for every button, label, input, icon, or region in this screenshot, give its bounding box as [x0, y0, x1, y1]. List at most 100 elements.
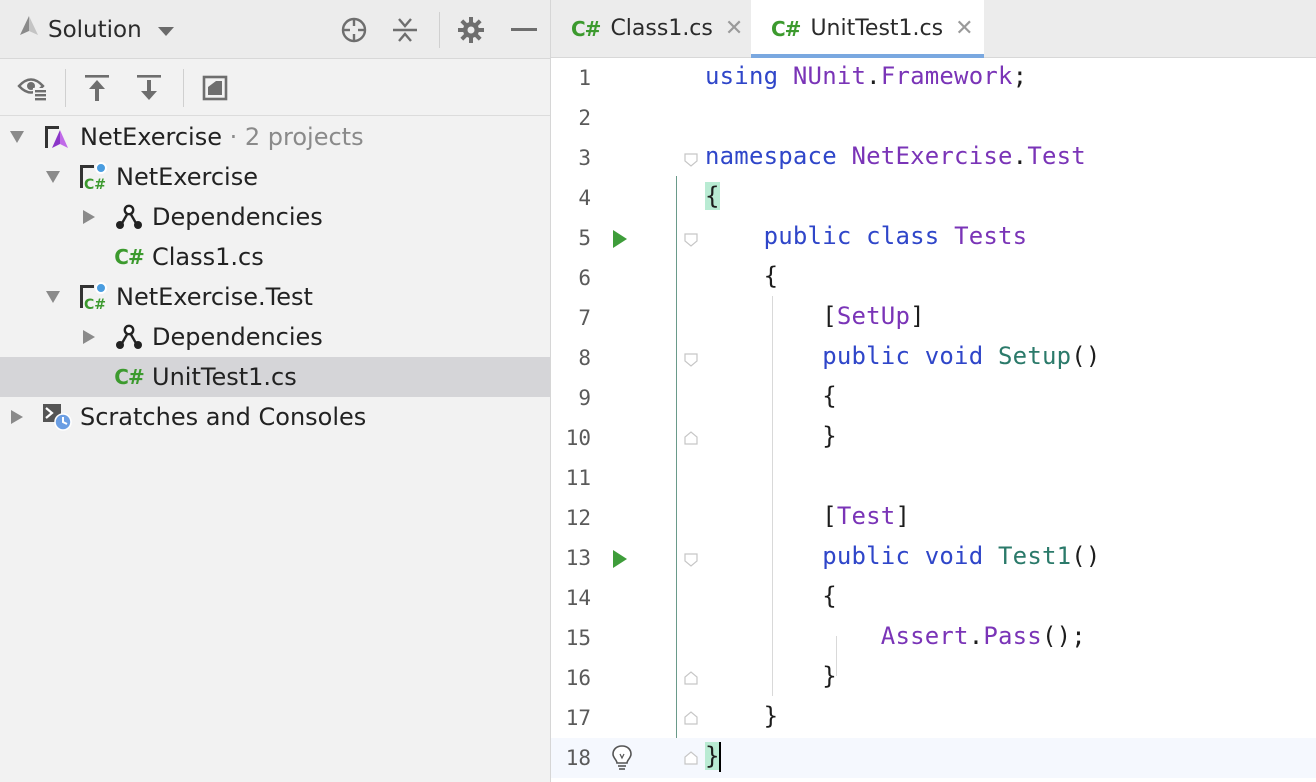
code-line: 10 }: [551, 418, 1316, 458]
code-line: 17 }: [551, 698, 1316, 738]
solution-view-selector[interactable]: Solution: [18, 16, 174, 43]
csharp-file-icon: C#: [571, 16, 601, 41]
line-number: 13: [565, 546, 591, 570]
tree-item-label: Dependencies: [152, 323, 323, 351]
line-number: 18: [565, 746, 591, 770]
collapse-all-icon[interactable]: [389, 14, 421, 46]
toolbar-divider: [183, 69, 184, 107]
code-token: [: [822, 502, 837, 530]
code-line: 4 {: [551, 178, 1316, 218]
fold-close-icon[interactable]: [684, 750, 698, 765]
code-line: 6 {: [551, 258, 1316, 298]
code-token: public void: [822, 542, 984, 570]
code-line: 5 public class Tests: [551, 218, 1316, 258]
expanded-arrow-icon[interactable]: [46, 170, 60, 184]
code-token: (): [1071, 342, 1101, 370]
code-token: }: [763, 702, 779, 730]
line-number: 6: [578, 266, 591, 290]
code-token: ;: [1012, 62, 1028, 90]
move-down-icon[interactable]: [132, 71, 166, 105]
code-line: 12 [Test]: [551, 498, 1316, 538]
code-line: 1 using NUnit.Framework;: [551, 58, 1316, 98]
expanded-arrow-icon[interactable]: [10, 130, 24, 144]
solution-tree: NetExercise · 2 projects C# NetExercise …: [0, 117, 550, 437]
move-up-icon[interactable]: [80, 71, 114, 105]
code-token: SetUp: [836, 302, 911, 330]
fold-open-icon[interactable]: [684, 552, 698, 567]
code-token: NetExercise: [851, 142, 1013, 170]
code-line: 7 [SetUp]: [551, 298, 1316, 338]
tree-item-label: Class1.cs: [152, 243, 264, 271]
csharp-project-icon: C#: [78, 282, 108, 312]
tree-item-project[interactable]: C# NetExercise.Test: [0, 277, 550, 317]
tree-item-scratches[interactable]: Scratches and Consoles: [0, 397, 550, 437]
tree-item-dependencies[interactable]: Dependencies: [0, 197, 550, 237]
line-number: 2: [578, 106, 591, 130]
code-token: Tests: [954, 222, 1028, 250]
minimize-icon[interactable]: [508, 14, 540, 46]
code-line: 8 public void Setup(): [551, 338, 1316, 378]
lightbulb-icon[interactable]: [611, 744, 633, 776]
line-number: 4: [578, 186, 591, 210]
code-token: {: [822, 382, 837, 410]
matched-brace: }: [705, 742, 720, 770]
collapsed-arrow-icon[interactable]: [10, 410, 24, 424]
show-options-icon[interactable]: [16, 71, 50, 105]
code-line: 13 public void Test1(): [551, 538, 1316, 578]
line-number: 10: [565, 426, 591, 450]
code-token: Framework: [880, 62, 1013, 90]
line-number: 11: [565, 466, 591, 490]
line-number: 17: [565, 706, 591, 730]
run-test-icon[interactable]: [613, 550, 627, 568]
fold-open-icon[interactable]: [684, 152, 698, 167]
collapsed-arrow-icon[interactable]: [82, 330, 96, 344]
tree-item-solution[interactable]: NetExercise · 2 projects: [0, 117, 550, 157]
tree-item-file[interactable]: C# Class1.cs: [0, 237, 550, 277]
fold-close-icon[interactable]: [684, 710, 698, 725]
code-line: 3 namespace NetExercise.Test: [551, 138, 1316, 178]
code-token: }: [822, 662, 837, 690]
tree-item-project[interactable]: C# NetExercise: [0, 157, 550, 197]
dependencies-icon: [114, 202, 144, 232]
locate-icon[interactable]: [338, 14, 370, 46]
expanded-arrow-icon[interactable]: [46, 290, 60, 304]
code-line: 11: [551, 458, 1316, 498]
fold-close-icon[interactable]: [684, 430, 698, 445]
close-tab-icon[interactable]: ✕: [725, 16, 743, 41]
tab-class1[interactable]: C# Class1.cs ✕: [551, 0, 749, 57]
collapsed-arrow-icon[interactable]: [82, 210, 96, 224]
csharp-file-icon: C#: [114, 365, 144, 389]
solution-explorer-panel: Solution NetExercise · 2 projects C# Net…: [0, 0, 551, 782]
close-tab-icon[interactable]: ✕: [955, 16, 973, 41]
code-token: Setup: [998, 342, 1072, 370]
code-token: NUnit: [792, 62, 867, 90]
code-token: (): [1071, 542, 1101, 570]
csharp-file-icon: C#: [114, 245, 144, 269]
code-token: [: [822, 302, 837, 330]
explorer-header: Solution: [0, 0, 550, 59]
code-token: public void: [822, 342, 984, 370]
code-token: .: [866, 62, 881, 90]
code-token: namespace: [705, 142, 837, 170]
code-token: .: [1012, 142, 1028, 170]
code-token: {: [822, 582, 837, 610]
fold-open-icon[interactable]: [684, 352, 698, 367]
svg-text:C#: C#: [84, 177, 106, 192]
line-number: 12: [565, 506, 591, 530]
run-test-icon[interactable]: [613, 230, 627, 248]
line-number: 5: [578, 226, 591, 250]
tree-item-label: NetExercise.Test: [116, 283, 313, 311]
tab-unittest1[interactable]: C# UnitTest1.cs ✕: [751, 0, 984, 58]
code-editor: C# Class1.cs ✕ C# UnitTest1.cs ✕ 1 using…: [551, 0, 1316, 782]
line-number: 16: [565, 666, 591, 690]
fold-open-icon[interactable]: [684, 232, 698, 247]
preview-icon[interactable]: [198, 71, 232, 105]
code-token: Assert: [880, 622, 969, 650]
code-token: {: [763, 262, 779, 290]
code-area[interactable]: 1 using NUnit.Framework; 2 3 namespace N…: [551, 58, 1316, 782]
code-line: 14 {: [551, 578, 1316, 618]
tree-item-dependencies[interactable]: Dependencies: [0, 317, 550, 357]
gear-icon[interactable]: [455, 14, 487, 46]
tree-item-file-selected[interactable]: C# UnitTest1.cs: [0, 357, 550, 397]
fold-close-icon[interactable]: [684, 670, 698, 685]
